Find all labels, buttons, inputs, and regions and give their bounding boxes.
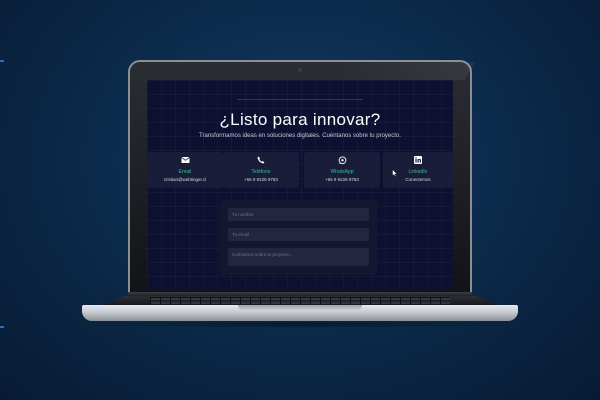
contact-value[interactable]: +56 9 9226 9783	[223, 177, 299, 182]
contact-card-whatsapp[interactable]: WhatsApp +56 9 9226 9783	[304, 152, 380, 188]
email-input[interactable]	[228, 228, 369, 241]
contact-label: Teléfono	[251, 169, 271, 175]
divider	[237, 99, 363, 100]
contact-card-phone[interactable]: Teléfono +56 9 9226 9783	[223, 152, 299, 188]
laptop-screen: ¿Listo para innovar? Transformamos ideas…	[147, 80, 453, 290]
whatsapp-icon	[304, 156, 380, 165]
background-dot	[0, 60, 4, 62]
laptop-notch	[238, 305, 362, 310]
contact-value[interactable]: cristian@webtinger.cl	[147, 177, 223, 182]
linkedin-icon	[383, 156, 453, 165]
email-icon	[147, 156, 223, 165]
phone-icon	[223, 156, 299, 165]
message-textarea[interactable]	[228, 248, 369, 266]
contact-cards: Email cristian@webtinger.cl Teléfono +56…	[147, 152, 453, 188]
contact-value[interactable]: Conectemos	[383, 177, 453, 182]
webcam	[298, 68, 302, 72]
keyboard	[150, 297, 450, 304]
contact-label: WhatsApp	[330, 169, 354, 175]
name-input[interactable]	[228, 208, 369, 221]
contact-value[interactable]: +56 9 9226 9783	[304, 177, 380, 182]
contact-card-email[interactable]: Email cristian@webtinger.cl	[147, 152, 223, 188]
background-dot	[0, 326, 4, 328]
contact-label: Email	[178, 169, 192, 175]
contact-form	[220, 200, 377, 275]
page-title: ¿Listo para innovar?	[219, 110, 381, 129]
screen-glare	[324, 62, 476, 80]
mouse-cursor-icon	[392, 169, 398, 177]
page-subtitle: Transformamos ideas en soluciones digita…	[199, 133, 401, 139]
laptop-shadow	[100, 320, 500, 328]
